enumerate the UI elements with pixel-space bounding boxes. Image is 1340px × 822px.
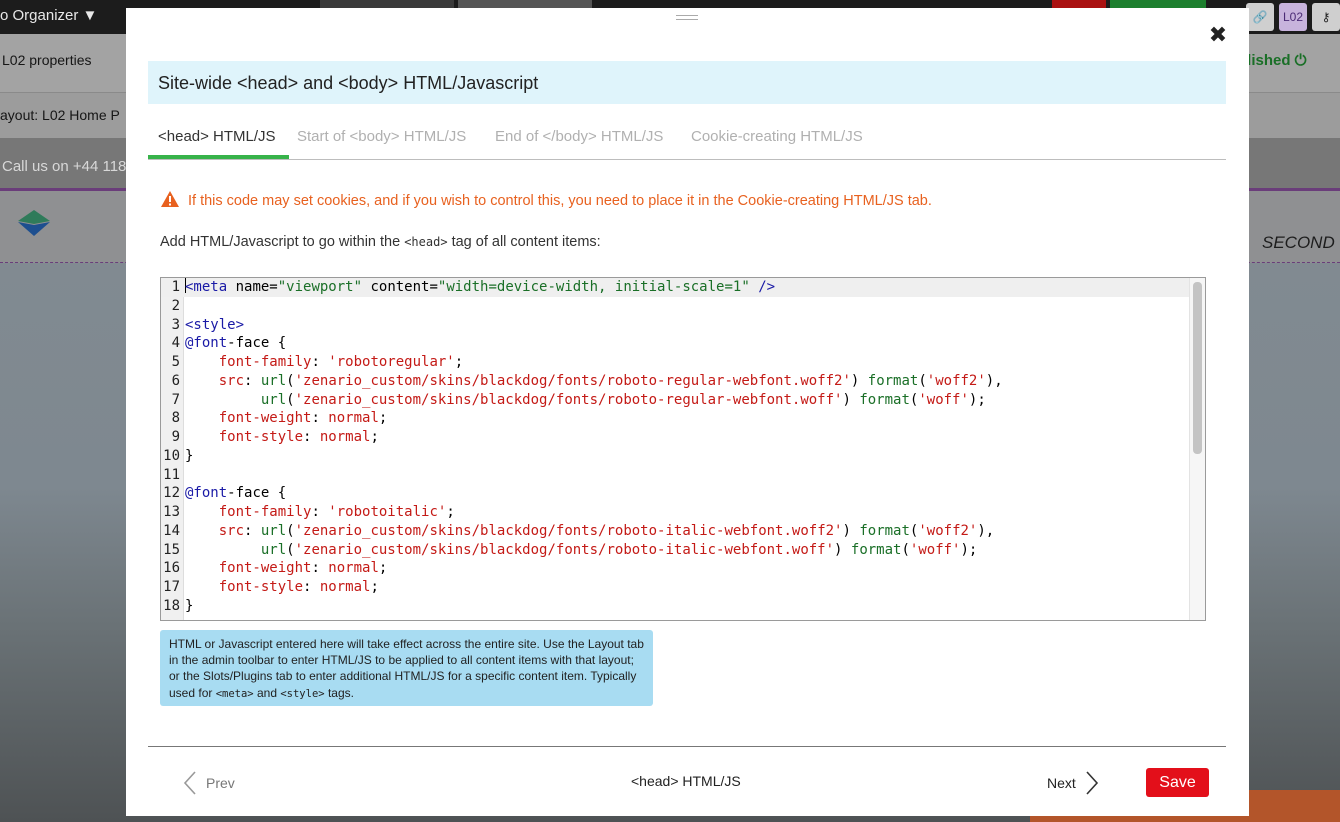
layout-label[interactable]: ayout: L02 Home P: [0, 107, 120, 123]
line-text[interactable]: @font-face {: [185, 484, 286, 503]
drag-handle-icon[interactable]: [676, 15, 698, 24]
toolbar-green-button[interactable]: [1110, 0, 1206, 8]
line-number: 16: [163, 560, 180, 577]
line-text[interactable]: font-weight: normal;: [185, 409, 388, 428]
code-line[interactable]: 16 font-weight: normal;: [161, 559, 1191, 578]
code-line[interactable]: 2: [161, 297, 1191, 316]
scrollbar-thumb[interactable]: [1193, 282, 1202, 454]
line-text[interactable]: }: [185, 447, 193, 466]
warning-icon: [161, 191, 179, 207]
code-editor[interactable]: 1 <meta name="viewport" content="width=de…: [160, 277, 1206, 621]
line-number: 7: [171, 391, 180, 408]
line-text[interactable]: url('zenario_custom/skins/blackdog/fonts…: [185, 391, 986, 410]
line-number: 6: [171, 372, 180, 389]
save-button[interactable]: Save: [1146, 768, 1209, 797]
call-us-text: Call us on +44 118: [2, 158, 127, 175]
toolbar-tab[interactable]: [320, 0, 454, 8]
code-line[interactable]: 4 @font-face {: [161, 334, 1191, 353]
line-text[interactable]: src: url('zenario_custom/skins/blackdog/…: [185, 372, 1003, 391]
line-number: 10: [163, 447, 180, 464]
line-number: 12: [163, 485, 180, 502]
tab-head-html[interactable]: <head> HTML/JS: [158, 128, 276, 145]
line-text[interactable]: <style>: [185, 316, 244, 335]
code-line[interactable]: 9 font-style: normal;: [161, 428, 1191, 447]
line-number: 9: [171, 429, 180, 445]
code-line[interactable]: 12 @font-face {: [161, 484, 1191, 503]
close-icon[interactable]: ✖: [1208, 24, 1228, 46]
prev-button[interactable]: Prev: [182, 770, 235, 796]
code-line[interactable]: 6 src: url('zenario_custom/skins/blackdo…: [161, 372, 1191, 391]
line-number: 1: [171, 279, 180, 295]
chevron-left-icon: [183, 771, 196, 795]
line-text[interactable]: font-weight: normal;: [185, 559, 388, 578]
line-number: 11: [163, 466, 180, 483]
line-number: 5: [171, 354, 180, 370]
code-line[interactable]: 1 <meta name="viewport" content="width=de…: [161, 278, 1191, 297]
code-line[interactable]: 17 font-style: normal;: [161, 578, 1191, 597]
dialog-title-bar: Site-wide <head> and <body> HTML/Javascr…: [148, 61, 1226, 104]
line-number: 17: [163, 579, 180, 595]
code-line[interactable]: 15 url('zenario_custom/skins/blackdog/fo…: [161, 541, 1191, 560]
line-text[interactable]: font-family: 'robotoregular';: [185, 353, 463, 372]
active-tab-indicator: [148, 155, 289, 159]
line-number: 8: [171, 410, 180, 427]
line-number: 14: [163, 522, 180, 539]
line-text[interactable]: src: url('zenario_custom/skins/blackdog/…: [185, 522, 995, 541]
line-text[interactable]: <meta name="viewport" content="width=dev…: [185, 278, 775, 297]
layout-badge[interactable]: L02: [1279, 3, 1307, 31]
line-number: 2: [171, 297, 180, 314]
line-number: 15: [163, 541, 180, 558]
help-note: HTML or Javascript entered here will tak…: [160, 630, 653, 706]
line-number: 13: [163, 504, 180, 520]
line-text[interactable]: font-style: normal;: [185, 428, 379, 447]
nav-item-second[interactable]: SECOND: [1262, 233, 1335, 253]
tab-end-body-html[interactable]: End of </body> HTML/JS: [495, 128, 663, 145]
next-button[interactable]: Next: [1047, 770, 1100, 796]
tab-bar: <head> HTML/JS Start of <body> HTML/JS E…: [148, 120, 1226, 160]
key-icon[interactable]: ⚷: [1312, 3, 1340, 31]
editor-scrollbar[interactable]: [1189, 278, 1205, 620]
site-logo-icon: [18, 210, 50, 236]
properties-label[interactable]: L02 properties: [2, 52, 92, 68]
code-line[interactable]: 8 font-weight: normal;: [161, 409, 1191, 428]
toolbar-tab[interactable]: [458, 0, 592, 8]
code-line[interactable]: 18}: [161, 597, 1191, 616]
field-label: Add HTML/Javascript to go within the <he…: [160, 234, 601, 250]
code-line[interactable]: 10}: [161, 447, 1191, 466]
code-line[interactable]: 7 url('zenario_custom/skins/blackdog/fon…: [161, 391, 1191, 410]
tab-cookie-creating-html[interactable]: Cookie-creating HTML/JS: [691, 128, 863, 145]
code-lines[interactable]: 1 <meta name="viewport" content="width=de…: [161, 278, 1191, 616]
current-tab-label: <head> HTML/JS: [631, 773, 741, 789]
line-text[interactable]: @font-face {: [185, 334, 286, 353]
line-number: 4: [171, 335, 180, 352]
code-line[interactable]: 5 font-family: 'robotoregular';: [161, 353, 1191, 372]
line-text[interactable]: }: [185, 597, 193, 616]
cookie-warning: If this code may set cookies, and if you…: [160, 190, 932, 209]
toolbar-red-button[interactable]: [1052, 0, 1106, 8]
dialog-title: Site-wide <head> and <body> HTML/Javascr…: [158, 73, 539, 93]
line-text[interactable]: url('zenario_custom/skins/blackdog/fonts…: [185, 541, 977, 560]
chevron-right-icon: [1086, 771, 1098, 795]
link-icon[interactable]: 🔗: [1246, 3, 1274, 31]
footer-divider: [148, 746, 1226, 747]
line-text[interactable]: font-style: normal;: [185, 578, 379, 597]
line-text[interactable]: font-family: 'robotoitalic';: [185, 503, 455, 522]
code-line[interactable]: 14 src: url('zenario_custom/skins/blackd…: [161, 522, 1191, 541]
code-line[interactable]: 13 font-family: 'robotoitalic';: [161, 503, 1191, 522]
organizer-menu[interactable]: o Organizer ▼: [0, 7, 97, 24]
code-line[interactable]: 3 <style>: [161, 316, 1191, 335]
tab-start-body-html[interactable]: Start of <body> HTML/JS: [297, 128, 466, 145]
code-line[interactable]: 11: [161, 466, 1191, 485]
line-number: 3: [171, 316, 180, 333]
line-number: 18: [163, 597, 180, 614]
html-js-dialog: ✖ Site-wide <head> and <body> HTML/Javas…: [126, 8, 1249, 816]
warning-text: If this code may set cookies, and if you…: [188, 193, 932, 209]
